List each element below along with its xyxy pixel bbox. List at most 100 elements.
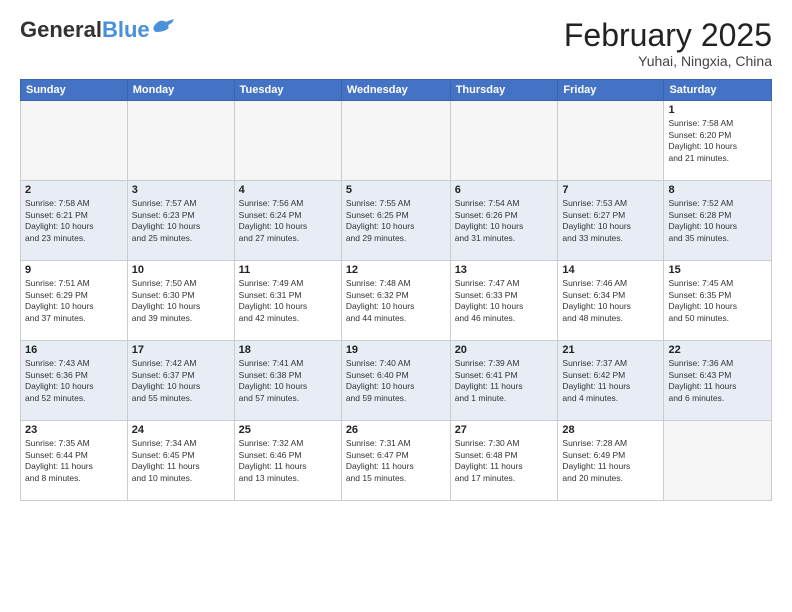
day-info: Sunrise: 7:43 AM Sunset: 6:36 PM Dayligh… [25,358,123,404]
day-number: 21 [562,344,659,356]
day-number: 13 [455,264,554,276]
day-number: 1 [668,104,767,116]
table-row: 20 Sunrise: 7:39 AM Sunset: 6:41 PM Dayli… [450,341,558,421]
table-row: 9 Sunrise: 7:51 AM Sunset: 6:29 PM Daylig… [21,261,128,341]
header: GeneralBlue February 2025 Yuhai, Ningxia… [20,18,772,69]
day-number: 20 [455,344,554,356]
table-row [127,101,234,181]
day-info: Sunrise: 7:58 AM Sunset: 6:21 PM Dayligh… [25,198,123,244]
day-info: Sunrise: 7:50 AM Sunset: 6:30 PM Dayligh… [132,278,230,324]
day-number: 15 [668,264,767,276]
calendar-row-5: 23 Sunrise: 7:35 AM Sunset: 6:44 PM Dayli… [21,421,772,501]
table-row: 27Sunrise: 7:30 AM Sunset: 6:48 PM Dayli… [450,421,558,501]
logo-bird-icon [152,18,174,34]
table-row: 10 Sunrise: 7:50 AM Sunset: 6:30 PM Dayli… [127,261,234,341]
table-row: 18Sunrise: 7:41 AM Sunset: 6:38 PM Dayli… [234,341,341,421]
table-row [234,101,341,181]
day-number: 23 [25,424,123,436]
calendar-row-4: 16 Sunrise: 7:43 AM Sunset: 6:36 PM Dayli… [21,341,772,421]
day-info: Sunrise: 7:32 AM Sunset: 6:46 PM Dayligh… [239,438,337,484]
page: GeneralBlue February 2025 Yuhai, Ningxia… [0,0,792,612]
day-info: Sunrise: 7:31 AM Sunset: 6:47 PM Dayligh… [346,438,446,484]
logo: GeneralBlue [20,18,174,42]
day-info: Sunrise: 7:40 AM Sunset: 6:40 PM Dayligh… [346,358,446,404]
table-row: 8 Sunrise: 7:52 AM Sunset: 6:28 PM Daylig… [664,181,772,261]
day-number: 24 [132,424,230,436]
day-info: Sunrise: 7:46 AM Sunset: 6:34 PM Dayligh… [562,278,659,324]
calendar-row-3: 9 Sunrise: 7:51 AM Sunset: 6:29 PM Daylig… [21,261,772,341]
th-saturday: Saturday [664,80,772,101]
day-info: Sunrise: 7:57 AM Sunset: 6:23 PM Dayligh… [132,198,230,244]
day-number: 11 [239,264,337,276]
day-number: 22 [668,344,767,356]
table-row: 4 Sunrise: 7:56 AM Sunset: 6:24 PM Daylig… [234,181,341,261]
day-info: Sunrise: 7:55 AM Sunset: 6:25 PM Dayligh… [346,198,446,244]
table-row: 3 Sunrise: 7:57 AM Sunset: 6:23 PM Daylig… [127,181,234,261]
logo-text: GeneralBlue [20,18,150,42]
table-row: 7 Sunrise: 7:53 AM Sunset: 6:27 PM Daylig… [558,181,664,261]
day-info: Sunrise: 7:52 AM Sunset: 6:28 PM Dayligh… [668,198,767,244]
table-row: 24 Sunrise: 7:34 AM Sunset: 6:45 PM Dayli… [127,421,234,501]
day-number: 14 [562,264,659,276]
day-info: Sunrise: 7:35 AM Sunset: 6:44 PM Dayligh… [25,438,123,484]
table-row: 2 Sunrise: 7:58 AM Sunset: 6:21 PM Daylig… [21,181,128,261]
day-number: 2 [25,184,123,196]
table-row: 5 Sunrise: 7:55 AM Sunset: 6:25 PM Daylig… [341,181,450,261]
day-info: Sunrise: 7:28 AM Sunset: 6:49 PM Dayligh… [562,438,659,484]
th-tuesday: Tuesday [234,80,341,101]
day-number: 18 [239,344,337,356]
day-number: 6 [455,184,554,196]
day-info: Sunrise: 7:45 AM Sunset: 6:35 PM Dayligh… [668,278,767,324]
day-info: Sunrise: 7:54 AM Sunset: 6:26 PM Dayligh… [455,198,554,244]
table-row: 23 Sunrise: 7:35 AM Sunset: 6:44 PM Dayli… [21,421,128,501]
day-info: Sunrise: 7:49 AM Sunset: 6:31 PM Dayligh… [239,278,337,324]
table-row [341,101,450,181]
subtitle: Yuhai, Ningxia, China [564,53,772,69]
table-row: 17Sunrise: 7:42 AM Sunset: 6:37 PM Dayli… [127,341,234,421]
table-row: 22 Sunrise: 7:36 AM Sunset: 6:43 PM Dayli… [664,341,772,421]
day-number: 3 [132,184,230,196]
table-row: 28 Sunrise: 7:28 AM Sunset: 6:49 PM Dayli… [558,421,664,501]
calendar: Sunday Monday Tuesday Wednesday Thursday… [20,79,772,501]
table-row: 12 Sunrise: 7:48 AM Sunset: 6:32 PM Dayli… [341,261,450,341]
day-number: 8 [668,184,767,196]
day-info: Sunrise: 7:58 AM Sunset: 6:20 PM Dayligh… [668,118,767,164]
table-row: 15 Sunrise: 7:45 AM Sunset: 6:35 PM Dayli… [664,261,772,341]
day-number: 10 [132,264,230,276]
day-info: Sunrise: 7:47 AM Sunset: 6:33 PM Dayligh… [455,278,554,324]
title-block: February 2025 Yuhai, Ningxia, China [564,18,772,69]
month-title: February 2025 [564,18,772,53]
th-thursday: Thursday [450,80,558,101]
table-row: 13 Sunrise: 7:47 AM Sunset: 6:33 PM Dayli… [450,261,558,341]
table-row: 16 Sunrise: 7:43 AM Sunset: 6:36 PM Dayli… [21,341,128,421]
th-monday: Monday [127,80,234,101]
day-number: 12 [346,264,446,276]
day-info: Sunrise: 7:48 AM Sunset: 6:32 PM Dayligh… [346,278,446,324]
day-info: Sunrise: 7:36 AM Sunset: 6:43 PM Dayligh… [668,358,767,404]
day-number: 19 [346,344,446,356]
header-row: Sunday Monday Tuesday Wednesday Thursday… [21,80,772,101]
day-number: 9 [25,264,123,276]
day-number: 16 [25,344,123,356]
th-wednesday: Wednesday [341,80,450,101]
day-info: Sunrise: 7:51 AM Sunset: 6:29 PM Dayligh… [25,278,123,324]
day-info: Sunrise: 7:56 AM Sunset: 6:24 PM Dayligh… [239,198,337,244]
table-row: 21Sunrise: 7:37 AM Sunset: 6:42 PM Dayli… [558,341,664,421]
table-row: 1 Sunrise: 7:58 AM Sunset: 6:20 PM Daylig… [664,101,772,181]
table-row [664,421,772,501]
day-info: Sunrise: 7:42 AM Sunset: 6:37 PM Dayligh… [132,358,230,404]
day-number: 26 [346,424,446,436]
day-number: 4 [239,184,337,196]
calendar-row-1: 1 Sunrise: 7:58 AM Sunset: 6:20 PM Daylig… [21,101,772,181]
day-info: Sunrise: 7:39 AM Sunset: 6:41 PM Dayligh… [455,358,554,404]
table-row [558,101,664,181]
day-number: 7 [562,184,659,196]
calendar-row-2: 2 Sunrise: 7:58 AM Sunset: 6:21 PM Daylig… [21,181,772,261]
table-row: 26 Sunrise: 7:31 AM Sunset: 6:47 PM Dayli… [341,421,450,501]
day-number: 28 [562,424,659,436]
day-number: 5 [346,184,446,196]
table-row: 6 Sunrise: 7:54 AM Sunset: 6:26 PM Daylig… [450,181,558,261]
day-number: 27 [455,424,554,436]
day-info: Sunrise: 7:53 AM Sunset: 6:27 PM Dayligh… [562,198,659,244]
day-info: Sunrise: 7:34 AM Sunset: 6:45 PM Dayligh… [132,438,230,484]
